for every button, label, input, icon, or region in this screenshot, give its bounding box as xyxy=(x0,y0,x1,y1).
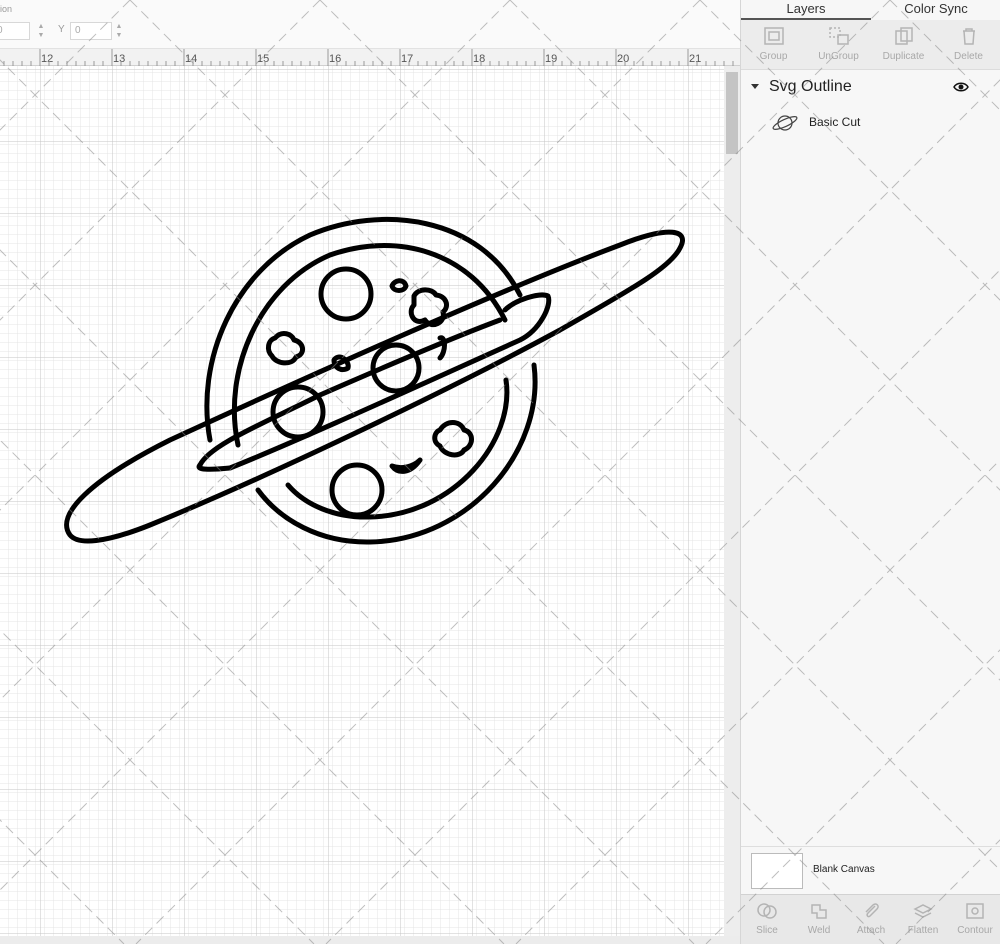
slice-button[interactable]: Slice xyxy=(741,895,793,944)
layer-item-basic-cut[interactable]: Basic Cut xyxy=(741,108,1000,138)
ungroup-button-label: UnGroup xyxy=(818,51,859,62)
property-strip: ion 0 ▲▼ Y 0 ▲▼ xyxy=(0,0,740,48)
group-icon xyxy=(764,27,784,45)
slice-icon xyxy=(757,903,777,919)
contour-icon xyxy=(966,903,984,919)
tab-color-sync[interactable]: Color Sync xyxy=(871,0,1000,20)
design-canvas[interactable] xyxy=(0,66,724,936)
group-button[interactable]: Group xyxy=(741,20,806,70)
width-stepper[interactable]: ▲ ▼ xyxy=(36,22,46,40)
panel-tabs: Layers Color Sync xyxy=(741,0,1000,20)
group-button-label: Group xyxy=(759,51,788,62)
ruler-tick-label: 20 xyxy=(617,53,629,65)
bottom-toolbar: Slice Weld Attach Flatten Contour xyxy=(741,894,1000,944)
layers-toolbar: Group UnGroup Duplicate Delete xyxy=(741,20,1000,70)
collapse-caret-icon[interactable] xyxy=(751,84,759,89)
delete-button[interactable]: Delete xyxy=(936,20,1000,70)
vertical-scroll-thumb[interactable] xyxy=(726,72,738,154)
ruler-tick-label: 15 xyxy=(257,53,269,65)
delete-button-label: Delete xyxy=(954,51,983,62)
layer-group-title: Svg Outline xyxy=(769,78,852,95)
planet-thumbnail-icon xyxy=(772,115,798,131)
delete-icon xyxy=(963,28,975,45)
layer-item-name: Basic Cut xyxy=(809,115,861,129)
width-input[interactable]: 0 xyxy=(0,22,30,40)
ungroup-button[interactable]: UnGroup xyxy=(806,20,871,70)
eye-icon[interactable] xyxy=(953,81,969,93)
vertical-scrollbar[interactable] xyxy=(724,66,740,936)
weld-button-label: Weld xyxy=(807,925,831,936)
contour-button-label: Contour xyxy=(957,925,993,936)
tab-layers[interactable]: Layers xyxy=(741,0,871,20)
contour-button[interactable]: Contour xyxy=(949,895,1000,944)
attach-button-label: Attach xyxy=(856,925,886,936)
ruler-tick-label: 19 xyxy=(545,53,557,65)
duplicate-icon xyxy=(895,27,913,45)
attach-button[interactable]: Attach xyxy=(845,895,897,944)
layers-panel: Layers Color Sync Group UnGroup Duplicat… xyxy=(740,0,1000,944)
ruler-tick-label: 18 xyxy=(473,53,485,65)
flatten-button[interactable]: Flatten xyxy=(897,895,949,944)
y-stepper[interactable]: ▲ ▼ xyxy=(114,22,124,40)
duplicate-button-label: Duplicate xyxy=(882,51,925,62)
layer-group-svg-outline[interactable]: Svg Outline xyxy=(741,76,1000,100)
blank-canvas-row[interactable]: Blank Canvas xyxy=(741,846,1000,892)
ruler-tick-label: 13 xyxy=(113,53,125,65)
ruler-tick-label: 17 xyxy=(401,53,413,65)
blank-canvas-label: Blank Canvas xyxy=(813,864,875,875)
ruler-tick-label: 21 xyxy=(689,53,701,65)
y-axis-label: Y xyxy=(58,24,65,35)
ruler-tick-label: 16 xyxy=(329,53,341,65)
ungroup-icon xyxy=(829,27,849,45)
ruler-ticks: 12 13 14 15 16 17 18 19 20 21 xyxy=(3,49,734,67)
attach-icon xyxy=(865,903,879,918)
flatten-icon xyxy=(913,904,933,918)
blank-canvas-swatch[interactable] xyxy=(751,853,803,889)
y-input[interactable]: 0 xyxy=(70,22,112,40)
weld-icon xyxy=(811,904,827,919)
horizontal-scrollbar[interactable] xyxy=(0,936,740,944)
slice-button-label: Slice xyxy=(756,925,778,936)
flatten-button-label: Flatten xyxy=(907,925,939,936)
weld-button[interactable]: Weld xyxy=(793,895,845,944)
position-label: ion xyxy=(0,4,13,14)
horizontal-ruler: 12 13 14 15 16 17 18 19 20 21 xyxy=(0,48,740,67)
canvas-grid xyxy=(0,66,724,936)
ruler-tick-label: 14 xyxy=(185,53,197,65)
duplicate-button[interactable]: Duplicate xyxy=(871,20,936,70)
ruler-tick-label: 12 xyxy=(41,53,53,65)
